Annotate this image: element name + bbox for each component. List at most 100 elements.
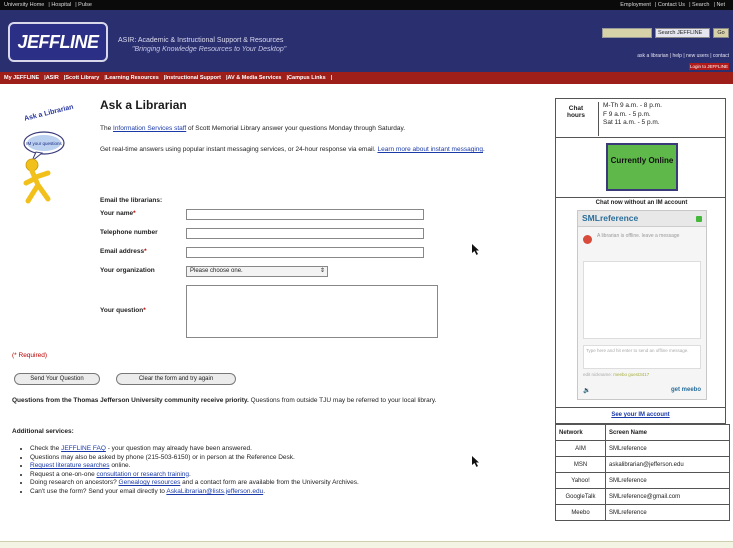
information-services-link[interactable]: Information Services staff bbox=[113, 125, 186, 132]
nav-learning-resources[interactable]: Learning Resources bbox=[106, 75, 159, 81]
online-status-box: Currently Online bbox=[555, 138, 726, 198]
see-im-link-text[interactable]: See your IM account bbox=[611, 412, 669, 418]
priority-text: Questions from the Thomas Jefferson Univ… bbox=[12, 397, 249, 404]
screen-name-cell: SMLreference bbox=[605, 472, 730, 489]
top-links-right: Employment | Contact Us | Search | Net bbox=[620, 2, 725, 8]
chat-message-input[interactable]: Type here and hit enter to send an offli… bbox=[583, 345, 701, 369]
form-heading: Email the librarians: bbox=[100, 197, 163, 204]
network-header: Network bbox=[555, 424, 606, 441]
search-input[interactable] bbox=[602, 28, 652, 38]
table-row: Yahoo! SMLreference bbox=[555, 472, 730, 489]
list-item: Check the JEFFLINE FAQ - your question m… bbox=[30, 445, 550, 454]
hours-friday: F 9 a.m. - 5 p.m. bbox=[603, 110, 651, 118]
jeffline-logo[interactable]: JEFFLINE bbox=[8, 22, 108, 62]
priority-note: Questions from the Thomas Jefferson Univ… bbox=[12, 397, 548, 405]
chat-widget-box: Chat now without an IM account SMLrefere… bbox=[555, 198, 726, 408]
clear-form-button[interactable]: Clear the form and try again bbox=[116, 373, 236, 385]
email-field[interactable] bbox=[186, 247, 424, 258]
contact-us-link[interactable]: Contact Us bbox=[658, 2, 685, 8]
screen-name-cell: SMLreference bbox=[605, 440, 730, 457]
nav-instructional-support[interactable]: Instructional Support bbox=[165, 75, 221, 81]
network-cell: GoogleTalk bbox=[555, 488, 606, 505]
services-list: Check the JEFFLINE FAQ - your question m… bbox=[30, 445, 550, 496]
nav-av-media[interactable]: AV & Media Services bbox=[227, 75, 281, 81]
screen-name-header: Screen Name bbox=[605, 424, 730, 441]
widget-status-text: A librarian is offline. leave a message bbox=[597, 233, 680, 239]
askalibrarian-email-link[interactable]: AskaLibrarian@lists.jefferson.edu bbox=[166, 488, 263, 495]
site-header: JEFFLINE ASIR: Academic & Instructional … bbox=[0, 10, 733, 72]
status-dot-icon bbox=[696, 216, 702, 222]
send-question-button[interactable]: Send Your Question bbox=[14, 373, 100, 385]
im-paragraph: Get real-time answers using popular inst… bbox=[100, 146, 485, 153]
search-scope-select[interactable]: Search JEFFLINE bbox=[655, 28, 710, 38]
widget-header: SMLreference bbox=[578, 211, 706, 227]
phone-field[interactable] bbox=[186, 228, 424, 239]
mouse-cursor-icon bbox=[472, 244, 479, 255]
im-text: Get real-time answers using popular inst… bbox=[100, 146, 376, 153]
net-link[interactable]: Net bbox=[716, 2, 725, 8]
organization-select[interactable]: Please choose one. ⇕ bbox=[186, 266, 328, 277]
header-search: Search JEFFLINE Go bbox=[602, 28, 729, 38]
table-header-row: Network Screen Name bbox=[555, 424, 730, 441]
text-cursor-icon bbox=[472, 456, 479, 467]
list-item: Request a one-on-one consultation or res… bbox=[30, 471, 550, 480]
employment-link[interactable]: Employment bbox=[620, 2, 651, 8]
currently-online-button[interactable]: Currently Online bbox=[606, 143, 678, 191]
list-item: Doing research on ancestors? Genealogy r… bbox=[30, 479, 550, 488]
page-title: Ask a Librarian bbox=[100, 98, 187, 112]
nav-my-jeffline[interactable]: My JEFFLINE bbox=[4, 75, 39, 81]
badge-bubble-text: IM your questions bbox=[26, 141, 62, 146]
intro-paragraph: The Information Services staff of Scott … bbox=[100, 125, 550, 132]
search-go-button[interactable]: Go bbox=[713, 28, 729, 38]
edit-nickname-link[interactable]: edit nickname bbox=[583, 372, 611, 377]
tagline-title: ASIR: Academic & Instructional Support &… bbox=[118, 37, 284, 44]
widget-title: SMLreference bbox=[582, 213, 639, 223]
screen-name-cell: askalibrarian@jefferson.edu bbox=[605, 456, 730, 473]
hours-weekday: M-Th 9 a.m. - 8 p.m. bbox=[603, 102, 662, 109]
top-utility-bar: University Home | Hospital | Pulse Employm… bbox=[0, 0, 733, 10]
search-link[interactable]: Search bbox=[692, 2, 709, 8]
question-textarea[interactable] bbox=[186, 285, 438, 338]
genealogy-link[interactable]: Genealogy resources bbox=[119, 479, 181, 486]
question-label: Your question* bbox=[100, 307, 146, 314]
nickname-row: edit nickname: meebo guest3417 bbox=[583, 372, 650, 377]
phone-label: Telephone number bbox=[100, 229, 158, 236]
priority-text-rest: Questions from outside TJU may be referr… bbox=[250, 397, 437, 404]
login-button[interactable]: Login to JEFFLINE bbox=[689, 63, 729, 70]
list-item: Can't use the form? Send your email dire… bbox=[30, 488, 550, 497]
widget-footer: 🔉 get meebo bbox=[583, 387, 701, 397]
speaker-icon[interactable]: 🔉 bbox=[583, 387, 590, 394]
table-row: AIM SMLreference bbox=[555, 440, 730, 457]
select-arrow-icon: ⇕ bbox=[319, 268, 325, 274]
pulse-link[interactable]: Pulse bbox=[78, 2, 92, 8]
org-label: Your organization bbox=[100, 267, 155, 274]
name-field[interactable] bbox=[186, 209, 424, 220]
get-meebo-link[interactable]: get meebo bbox=[671, 387, 701, 393]
nickname-value: meebo guest3417 bbox=[613, 372, 650, 377]
widget-caption: Chat now without an IM account bbox=[595, 200, 688, 206]
jeffline-faq-link[interactable]: JEFFLINE FAQ bbox=[61, 445, 106, 452]
hospital-link[interactable]: Hospital bbox=[51, 2, 71, 8]
network-cell: Yahoo! bbox=[555, 472, 606, 489]
literature-search-link[interactable]: Request literature searches bbox=[30, 462, 110, 469]
university-home-link[interactable]: University Home bbox=[4, 2, 44, 8]
learn-more-im-link[interactable]: Learn more about instant messaging bbox=[377, 146, 483, 153]
consultation-link[interactable]: consultation or research training bbox=[97, 471, 190, 478]
nav-campus-links[interactable]: Campus Links bbox=[288, 75, 326, 81]
chat-hours-list: M-Th 9 a.m. - 8 p.m. F 9 a.m. - 5 p.m. S… bbox=[598, 102, 722, 136]
meebo-chat-widget: SMLreference A librarian is offline. lea… bbox=[577, 210, 707, 400]
nav-asir[interactable]: ASIR bbox=[46, 75, 59, 81]
tagline-sub: "Bringing Knowledge Resources to Your De… bbox=[132, 46, 287, 53]
im-accounts-table: Network Screen Name AIM SMLreference MSN… bbox=[555, 424, 730, 521]
header-util-links[interactable]: ask a librarian | help | new users | con… bbox=[637, 53, 729, 59]
chat-hours-box: Chat hours M-Th 9 a.m. - 8 p.m. F 9 a.m.… bbox=[555, 98, 726, 138]
page-footer bbox=[0, 541, 733, 548]
intro-text-pre: The bbox=[100, 125, 112, 132]
nav-scott-library[interactable]: Scott Library bbox=[65, 75, 99, 81]
name-label: Your name* bbox=[100, 210, 136, 217]
hours-saturday: Sat 11 a.m. - 5 p.m. bbox=[603, 119, 660, 126]
badge-text: Ask a Librarian bbox=[24, 104, 75, 123]
table-row: GoogleTalk SMLreference@gmail.com bbox=[555, 488, 730, 505]
network-cell: AIM bbox=[555, 440, 606, 457]
table-row: MSN askalibrarian@jefferson.edu bbox=[555, 456, 730, 473]
